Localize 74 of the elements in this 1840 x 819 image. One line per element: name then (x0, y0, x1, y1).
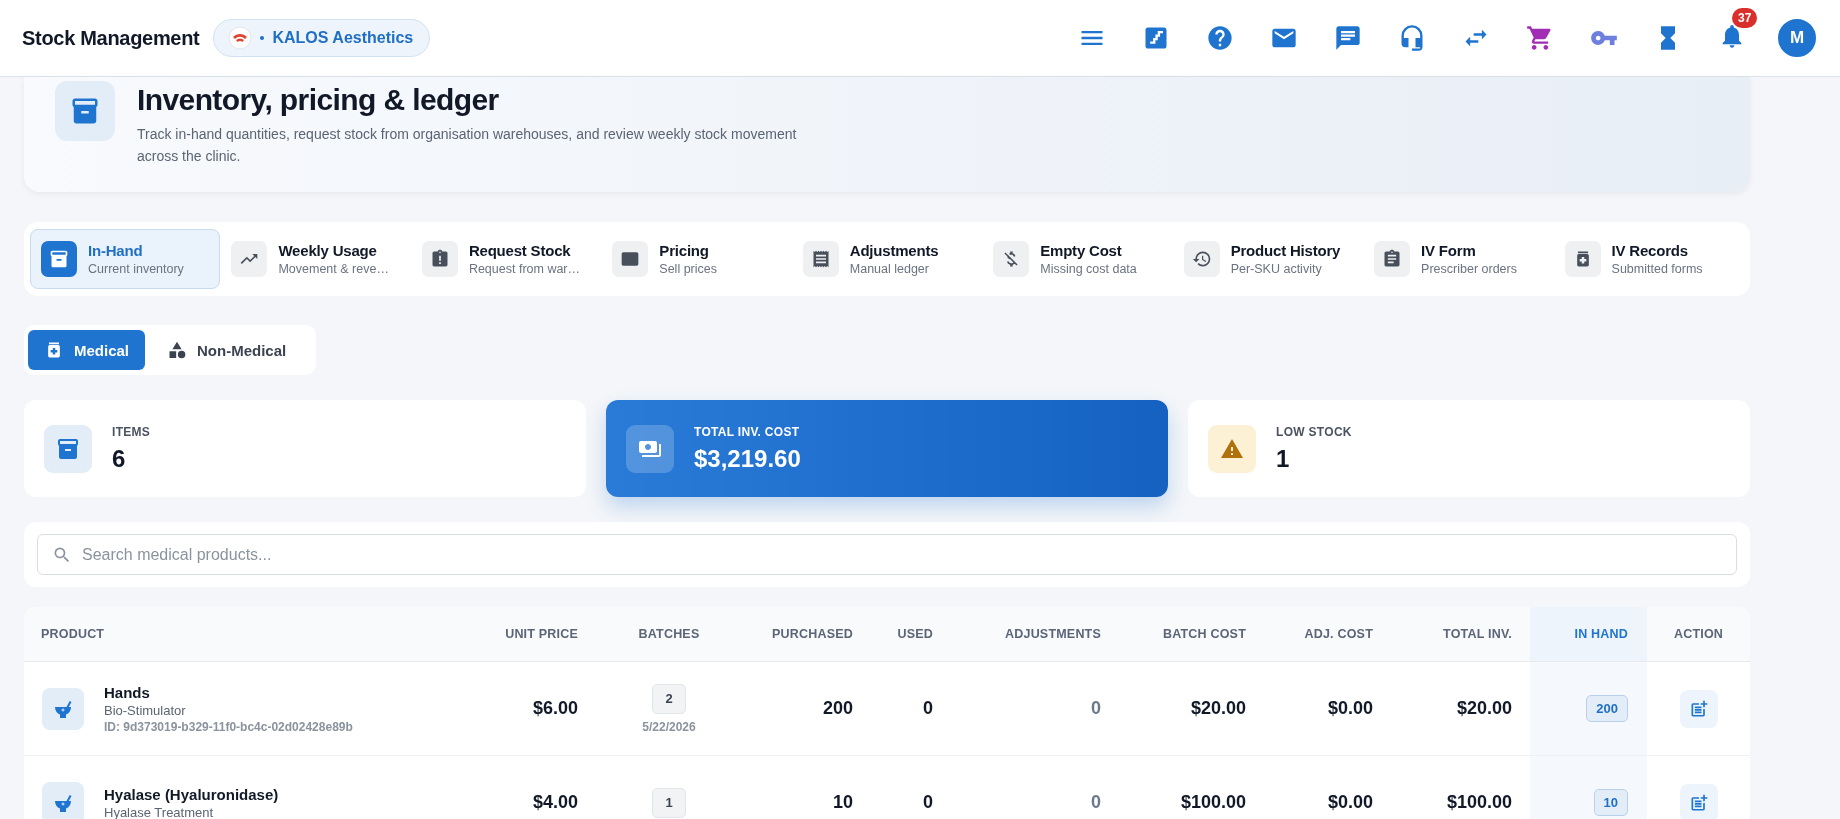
tab[interactable]: Product History Per-SKU activity (1172, 229, 1364, 289)
table-cell: 0 (1091, 792, 1101, 813)
stat-value: 1 (1276, 444, 1291, 473)
logo-icon (228, 26, 253, 50)
table-cell: $100.00 (1180, 792, 1246, 813)
stat-value: 6 (112, 444, 127, 473)
column-header: TOTAL INV. (1442, 626, 1513, 643)
column-header: ADJ. COST (1303, 626, 1374, 643)
column-header: ADJUSTMENTS (1004, 626, 1102, 643)
batch-date: 5/22/2026 (642, 719, 696, 734)
in-hand-count: 10 (1593, 789, 1628, 816)
column-header: ACTION (1672, 626, 1725, 643)
search-field[interactable]: Search medical products... (37, 534, 1737, 575)
table-cell: $4.00 (532, 792, 578, 813)
table-cell: $0.00 (1327, 792, 1373, 813)
box-icon (44, 424, 92, 473)
product-category: Bio-Stimulator (104, 702, 187, 718)
product-name: Hyalase (Hyaluronidase) (104, 785, 279, 803)
tab[interactable]: Empty Cost Missing cost data (982, 229, 1173, 289)
tab[interactable]: Weekly Usage Movement & reve… (220, 229, 411, 289)
page-description: Track in-hand quantities, request stock from organisation warehouses, and review weekly stock movement across the clinic. (137, 125, 797, 166)
help-icon[interactable] (1206, 24, 1234, 52)
box-icon (49, 249, 69, 269)
shapes-icon (167, 340, 188, 360)
product-category: Hyalase Treatment (104, 804, 215, 819)
category-option[interactable]: Non-Medical (151, 330, 303, 370)
tab[interactable]: IV Records Submitted forms (1553, 229, 1744, 289)
table-cell: $6.00 (532, 698, 578, 719)
stat-label: ITEMS (112, 424, 151, 439)
column-header: BATCH COST (1162, 626, 1247, 643)
column-header: UNIT PRICE (504, 626, 579, 643)
notification-badge: 37 (1732, 8, 1758, 28)
box-icon (55, 81, 115, 141)
app-title: Stock Management (22, 26, 200, 50)
history-icon (1191, 249, 1212, 269)
stat-label: LOW STOCK (1276, 424, 1352, 439)
mortar-icon (42, 687, 84, 730)
table-cell: 0 (923, 792, 933, 813)
category-option[interactable]: Medical (28, 330, 146, 370)
mortar-icon (42, 781, 84, 819)
table-cell: $100.00 (1446, 792, 1512, 813)
column-header: IN HAND (1530, 607, 1647, 661)
warning-icon (1208, 424, 1256, 473)
tab[interactable]: IV Form Prescriber orders (1363, 229, 1554, 289)
tab[interactable]: Adjustments Manual ledger (791, 229, 983, 289)
page-title: Inventory, pricing & ledger (137, 83, 500, 117)
add-entry-button[interactable] (1679, 783, 1718, 819)
product-name: Hands (104, 683, 151, 701)
table-cell: 0 (1091, 698, 1101, 719)
column-header: USED (896, 626, 934, 643)
batch-count: 2 (652, 683, 686, 714)
clinic-selector[interactable]: KALOS Aesthetics (213, 19, 431, 57)
table-cell: $20.00 (1190, 698, 1246, 719)
in-hand-count: 200 (1586, 695, 1628, 722)
table-cell: $20.00 (1456, 698, 1512, 719)
tab[interactable]: Pricing Sell prices (601, 229, 792, 289)
batch-count: 1 (652, 787, 686, 818)
user-avatar[interactable]: M (1776, 17, 1818, 59)
column-header: BATCHES (637, 626, 701, 643)
search-icon (52, 545, 72, 565)
table-cell: $0.00 (1327, 698, 1373, 719)
table-cell: 10 (832, 792, 853, 813)
table-cell: 0 (923, 698, 933, 719)
table-cell: 200 (822, 698, 853, 719)
stat-label: TOTAL INV. COST (694, 424, 801, 439)
add-entry-button[interactable] (1679, 689, 1718, 728)
tab[interactable]: In-Hand Current inventory (30, 229, 221, 289)
column-header: PRODUCT (40, 626, 106, 643)
product-id: ID: 9d373019-b329-11f0-bc4c-02d02428e89b (104, 719, 353, 734)
stat-value: $3,219.60 (694, 444, 801, 473)
clipboard-icon (1382, 249, 1403, 269)
column-header: PURCHASED (771, 626, 854, 643)
tab[interactable]: Request Stock Request from war… (410, 229, 602, 289)
chat-icon[interactable] (1334, 24, 1362, 52)
